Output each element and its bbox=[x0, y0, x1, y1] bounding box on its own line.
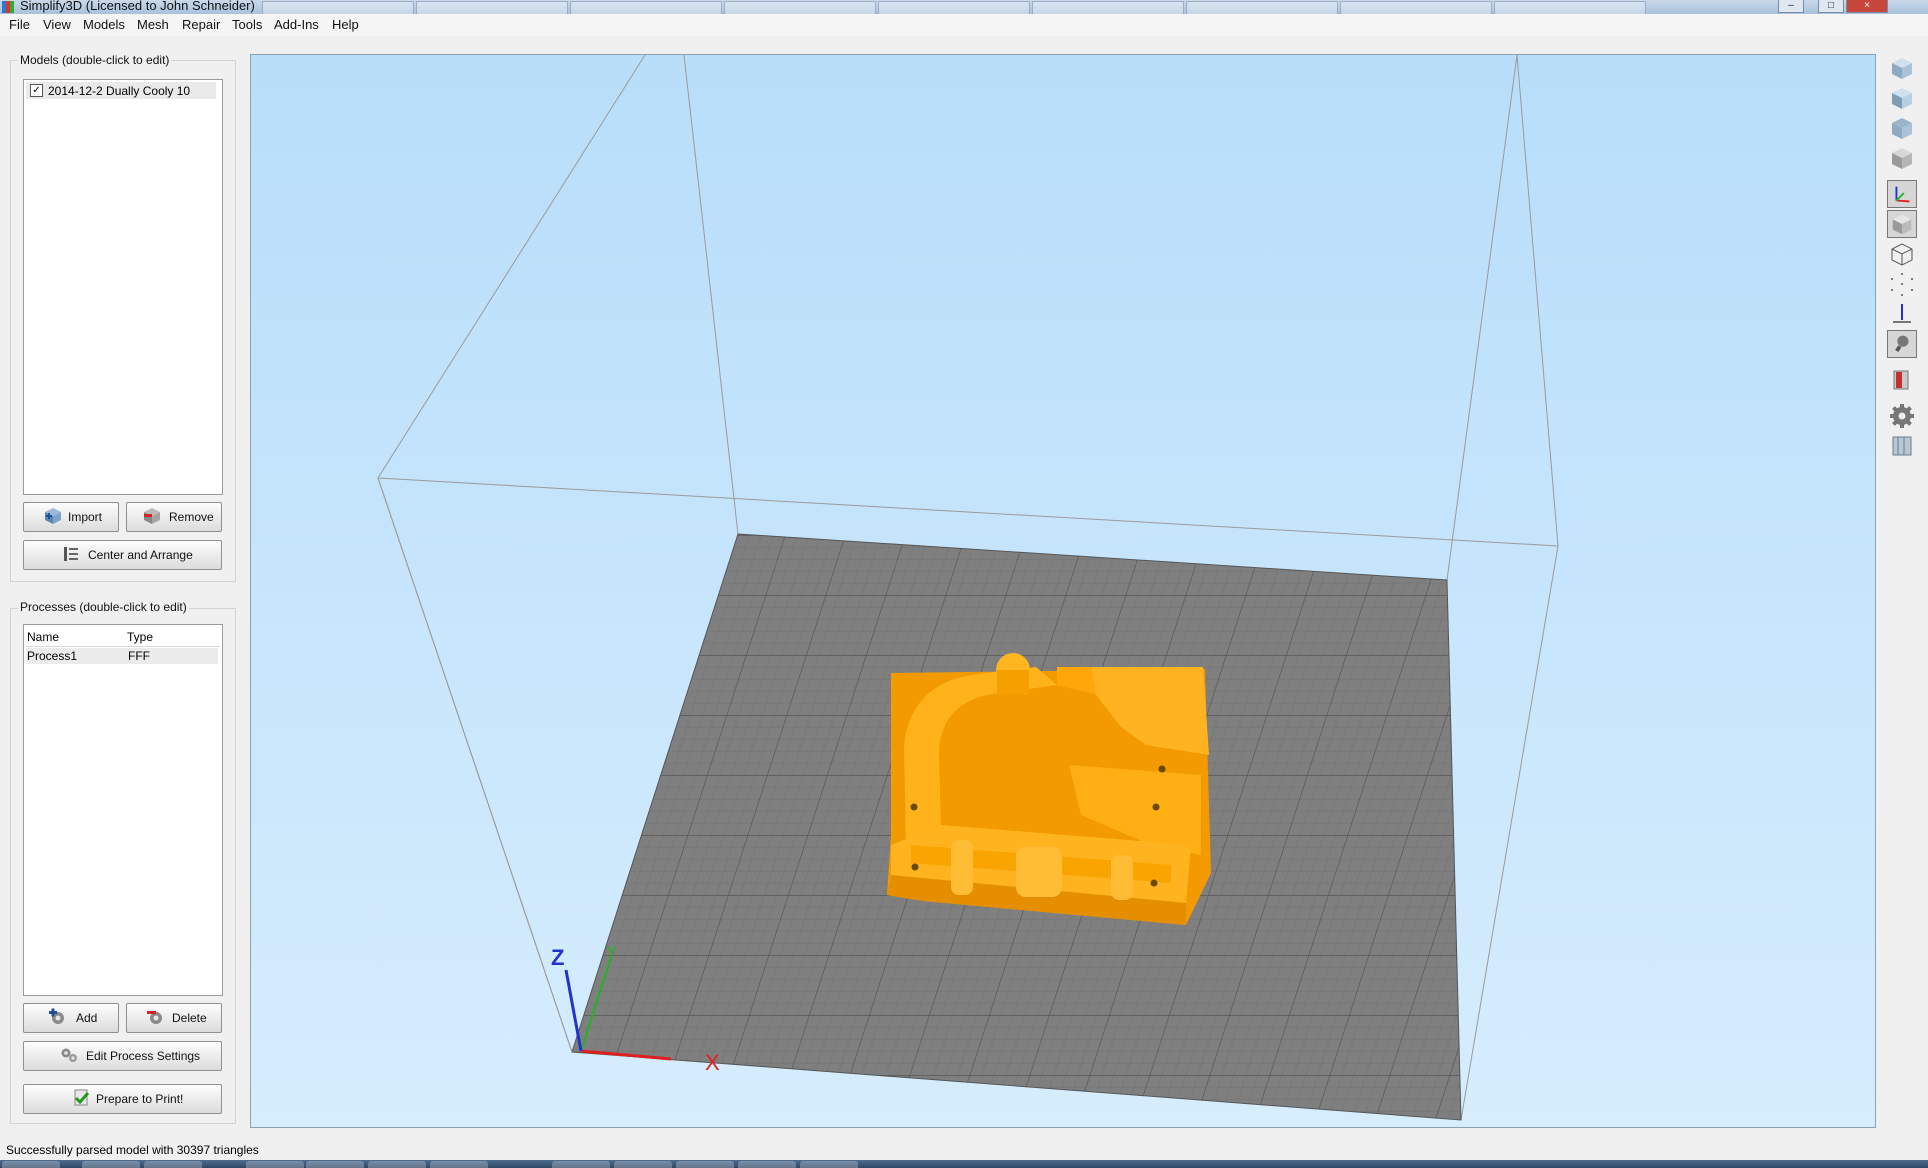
remove-button[interactable]: Remove bbox=[126, 502, 222, 532]
header-divider bbox=[26, 646, 220, 647]
build-volume-front-edge bbox=[377, 477, 573, 1053]
edit-process-settings-button[interactable]: Edit Process Settings bbox=[23, 1041, 222, 1071]
background-windows-strip bbox=[262, 0, 1782, 14]
view-isometric-icon[interactable] bbox=[1887, 54, 1917, 82]
point-view-icon[interactable] bbox=[1887, 270, 1917, 298]
menu-help[interactable]: Help bbox=[332, 17, 359, 32]
prepare-to-print-button[interactable]: Prepare to Print! bbox=[23, 1084, 222, 1114]
axes-toggle-icon[interactable] bbox=[1887, 180, 1917, 208]
lighting-icon[interactable] bbox=[1887, 330, 1917, 358]
menu-mesh[interactable]: Mesh bbox=[137, 17, 169, 32]
delete-label: Delete bbox=[172, 1011, 207, 1025]
settings-gears-icon bbox=[61, 1048, 77, 1062]
os-taskbar bbox=[0, 1160, 1928, 1168]
menu-tools[interactable]: Tools bbox=[232, 17, 262, 32]
models-list[interactable]: ✓ 2014-12-2 Dually Cooly 10 bbox=[23, 79, 223, 495]
status-message: Successfully parsed model with 30397 tri… bbox=[6, 1143, 259, 1157]
import-button[interactable]: Import bbox=[23, 502, 119, 532]
app-logo-icon bbox=[2, 1, 14, 13]
menu-add-ins[interactable]: Add-Ins bbox=[274, 17, 319, 32]
view-front-icon[interactable] bbox=[1887, 84, 1917, 112]
menu-bar: File View Models Mesh Repair Tools Add-I… bbox=[0, 14, 1928, 36]
processes-panel-title: Processes (double-click to edit) bbox=[18, 600, 189, 614]
y-axis-label: Y bbox=[606, 944, 617, 961]
add-label: Add bbox=[76, 1011, 98, 1025]
delete-gear-icon bbox=[147, 1011, 162, 1024]
import-cube-icon bbox=[45, 508, 61, 524]
center-and-arrange-button[interactable]: Center and Arrange bbox=[23, 540, 222, 570]
cross-section-icon[interactable] bbox=[1887, 366, 1917, 394]
import-label: Import bbox=[68, 510, 103, 524]
process-type-cell: FFF bbox=[128, 649, 150, 663]
center-and-arrange-label: Center and Arrange bbox=[88, 548, 193, 562]
status-bar: Successfully parsed model with 30397 tri… bbox=[0, 1140, 1928, 1160]
title-bar: Simplify3D (Licensed to John Schneider) … bbox=[0, 0, 1928, 14]
arrange-icon bbox=[64, 547, 78, 561]
add-process-button[interactable]: Add bbox=[23, 1003, 119, 1033]
machine-icon[interactable] bbox=[1887, 432, 1917, 460]
scene-canvas[interactable]: X Y Z bbox=[251, 55, 1875, 1127]
menu-file[interactable]: File bbox=[9, 17, 30, 32]
menu-models[interactable]: Models bbox=[83, 17, 125, 32]
window-title: Simplify3D (Licensed to John Schneider) bbox=[20, 0, 255, 13]
prepare-to-print-label: Prepare to Print! bbox=[96, 1092, 184, 1106]
z-axis-line bbox=[564, 969, 583, 1052]
x-axis-label: X bbox=[705, 1050, 720, 1075]
maximize-button[interactable]: □ bbox=[1818, 0, 1844, 13]
process-name-cell: Process1 bbox=[27, 649, 78, 663]
model-dually-cooly[interactable] bbox=[887, 653, 1211, 925]
menu-repair[interactable]: Repair bbox=[182, 17, 220, 32]
normals-view-icon[interactable] bbox=[1887, 300, 1917, 328]
3d-viewport[interactable]: X Y Z bbox=[250, 54, 1876, 1128]
minimize-button[interactable]: – bbox=[1778, 0, 1804, 13]
close-button[interactable]: × bbox=[1846, 0, 1888, 13]
model-visible-checkbox[interactable]: ✓ bbox=[30, 84, 43, 97]
settings-gear-icon[interactable] bbox=[1887, 402, 1917, 430]
model-name: 2014-12-2 Dually Cooly 10 bbox=[48, 84, 191, 98]
view-top-icon[interactable] bbox=[1887, 114, 1917, 142]
remove-label: Remove bbox=[169, 510, 214, 524]
delete-process-button[interactable]: Delete bbox=[126, 1003, 222, 1033]
column-header-name[interactable]: Name bbox=[27, 630, 59, 644]
column-header-type[interactable]: Type bbox=[127, 630, 153, 644]
solid-view-icon[interactable] bbox=[1887, 210, 1917, 238]
models-panel-title: Models (double-click to edit) bbox=[18, 53, 172, 67]
z-axis-label: Z bbox=[551, 945, 564, 970]
wireframe-view-icon[interactable] bbox=[1887, 240, 1917, 268]
processes-table[interactable]: Name Type Process1 FFF bbox=[23, 624, 223, 996]
table-row[interactable]: Process1 FFF bbox=[26, 648, 218, 664]
check-document-icon bbox=[74, 1089, 90, 1106]
view-side-icon[interactable] bbox=[1887, 144, 1917, 172]
remove-cube-icon bbox=[144, 508, 160, 524]
edit-process-settings-label: Edit Process Settings bbox=[86, 1049, 201, 1063]
add-gear-icon bbox=[49, 1008, 64, 1024]
menu-view[interactable]: View bbox=[43, 17, 71, 32]
list-item[interactable]: ✓ 2014-12-2 Dually Cooly 10 bbox=[26, 82, 216, 99]
